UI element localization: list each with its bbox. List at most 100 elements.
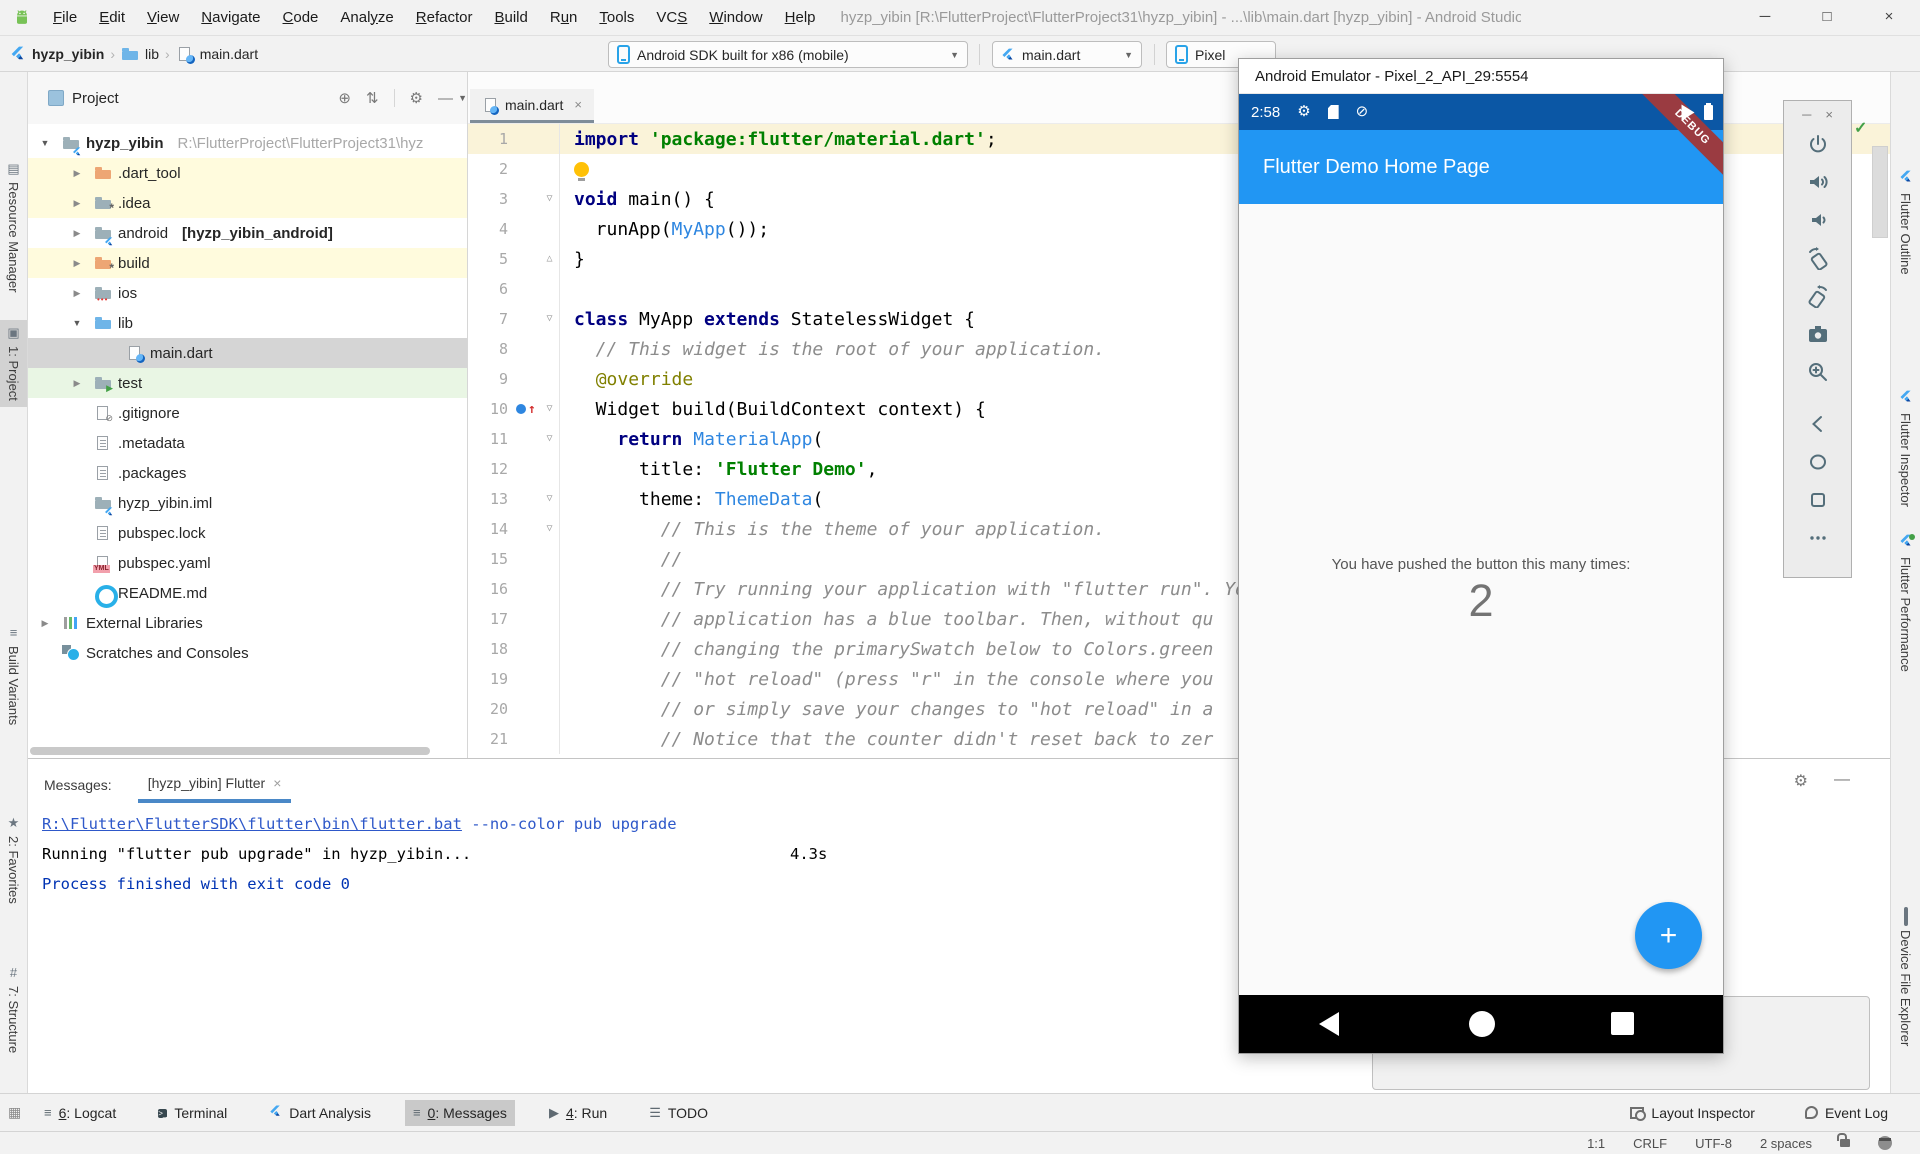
emulator-back-icon[interactable] bbox=[1806, 412, 1830, 436]
expand-arrow-icon[interactable]: ▶ bbox=[66, 168, 88, 179]
emulator-volume-up-icon[interactable] bbox=[1806, 170, 1830, 194]
sidebar-item-1-project[interactable]: ▣1: Project bbox=[0, 320, 27, 407]
menu-analyze[interactable]: Analyze bbox=[329, 0, 404, 36]
fold-marker-icon[interactable]: △ bbox=[540, 244, 560, 274]
tool-button-terminal[interactable]: >_Terminal bbox=[150, 1100, 235, 1126]
expand-arrow-icon[interactable]: ▶ bbox=[66, 228, 88, 239]
project-view-selector[interactable]: Project bbox=[72, 90, 119, 107]
menu-window[interactable]: Window bbox=[698, 0, 773, 36]
tree-item-build[interactable]: ▶*build bbox=[28, 248, 467, 278]
sidebar-item-device-file-explorer[interactable]: Device File Explorer bbox=[1891, 904, 1920, 1052]
tree-item-ios[interactable]: ▶•••ios bbox=[28, 278, 467, 308]
fold-marker-icon[interactable]: ▽ bbox=[540, 184, 560, 214]
menu-view[interactable]: View bbox=[136, 0, 190, 36]
tree-item-pubspec-lock[interactable]: pubspec.lock bbox=[28, 518, 467, 548]
expand-arrow-icon[interactable]: ▶ bbox=[66, 258, 88, 269]
maximize-button[interactable]: □ bbox=[1796, 0, 1858, 36]
tool-button-6-logcat[interactable]: ≡6: Logcat bbox=[36, 1100, 124, 1126]
event-log-button[interactable]: Event Log bbox=[1797, 1100, 1896, 1126]
emulator-overview-icon[interactable] bbox=[1806, 488, 1830, 512]
emulator-volume-down-icon[interactable] bbox=[1806, 208, 1830, 232]
status-2-spaces[interactable]: 2 spaces bbox=[1760, 1136, 1812, 1151]
hide-panel-icon[interactable]: ― bbox=[1834, 771, 1850, 791]
breadcrumb-project[interactable]: hyzp_yibin bbox=[32, 46, 104, 62]
emulator-power-icon[interactable] bbox=[1806, 132, 1830, 156]
sidebar-item-build-variants[interactable]: ≡Build Variants bbox=[0, 620, 27, 731]
nav-home-icon[interactable] bbox=[1469, 1011, 1495, 1037]
menu-run[interactable]: Run bbox=[539, 0, 589, 36]
menu-edit[interactable]: Edit bbox=[88, 0, 136, 36]
menu-code[interactable]: Code bbox=[272, 0, 330, 36]
tool-button-4-run[interactable]: ▶4: Run bbox=[541, 1100, 615, 1126]
ide-notification-icon[interactable] bbox=[1878, 1136, 1892, 1150]
emulator-title[interactable]: Android Emulator - Pixel_2_API_29:5554 bbox=[1239, 59, 1723, 94]
editor-scrollbar[interactable] bbox=[1872, 146, 1888, 238]
sidebar-item-resource-manager[interactable]: ▤Resource Manager bbox=[0, 156, 27, 299]
breadcrumb-lib[interactable]: lib bbox=[145, 46, 159, 62]
fold-marker-icon[interactable]: ▽ bbox=[540, 424, 560, 454]
tool-button-todo[interactable]: ☰TODO bbox=[641, 1100, 716, 1126]
device-selector[interactable]: Android SDK built for x86 (mobile) ▼ bbox=[608, 41, 968, 68]
close-button[interactable]: × bbox=[1858, 0, 1920, 36]
status-1-1[interactable]: 1:1 bbox=[1587, 1136, 1605, 1151]
close-icon[interactable]: × bbox=[273, 775, 281, 791]
collapse-arrow-icon[interactable]: ▼ bbox=[66, 318, 88, 328]
emulator-home-icon[interactable] bbox=[1806, 450, 1830, 474]
sidebar-item-flutter-performance[interactable]: Flutter Performance bbox=[1891, 528, 1920, 678]
run-config-selector[interactable]: main.dart ▼ bbox=[992, 41, 1142, 68]
menu-build[interactable]: Build bbox=[483, 0, 538, 36]
hide-panel-icon[interactable]: ― bbox=[438, 90, 453, 107]
menu-refactor[interactable]: Refactor bbox=[405, 0, 484, 36]
tree-item-external-libraries[interactable]: ▶External Libraries bbox=[28, 608, 467, 638]
tree-item-test[interactable]: ▶▶test bbox=[28, 368, 467, 398]
menu-help[interactable]: Help bbox=[774, 0, 827, 36]
fold-marker-icon[interactable]: ▽ bbox=[540, 304, 560, 334]
emulator-close-button[interactable]: × bbox=[1825, 107, 1833, 122]
flutter-console-tab[interactable]: [hyzp_yibin] Flutter × bbox=[138, 775, 292, 803]
tree-item--dart-tool[interactable]: ▶.dart_tool bbox=[28, 158, 467, 188]
expand-arrow-icon[interactable]: ▶ bbox=[66, 378, 88, 389]
expand-arrow-icon[interactable]: ▶ bbox=[66, 288, 88, 299]
emulator-zoom-icon[interactable] bbox=[1806, 360, 1830, 384]
sidebar-item-7-structure[interactable]: #7: Structure bbox=[0, 960, 27, 1059]
sidebar-item-2-favorites[interactable]: ★2: Favorites bbox=[0, 810, 27, 910]
tree-item--metadata[interactable]: .metadata bbox=[28, 428, 467, 458]
intention-bulb-icon[interactable] bbox=[574, 162, 589, 177]
tree-item-hyzp-yibin-iml[interactable]: hyzp_yibin.iml bbox=[28, 488, 467, 518]
emulator-screen[interactable]: DEBUG 2:58 ⚙ ⊘ Flutter Demo Home Page Yo… bbox=[1239, 94, 1723, 1053]
menu-file[interactable]: File bbox=[42, 0, 88, 36]
gear-icon[interactable]: ⚙ bbox=[410, 89, 423, 107]
nav-back-icon[interactable] bbox=[1319, 1012, 1339, 1036]
fab-increment-button[interactable]: + bbox=[1635, 902, 1702, 969]
fold-marker-icon[interactable]: ▽ bbox=[540, 394, 560, 424]
tree-item--packages[interactable]: .packages bbox=[28, 458, 467, 488]
tree-item-readme-md[interactable]: README.md bbox=[28, 578, 467, 608]
tab-main-dart[interactable]: main.dart × bbox=[470, 89, 594, 123]
tree-item-lib[interactable]: ▼lib bbox=[28, 308, 467, 338]
tree-item--idea[interactable]: ▶*.idea bbox=[28, 188, 467, 218]
menu-tools[interactable]: Tools bbox=[588, 0, 645, 36]
tree-item-scratches-and-consoles[interactable]: Scratches and Consoles bbox=[28, 638, 467, 668]
gear-icon[interactable]: ⚙ bbox=[1794, 771, 1808, 791]
expand-arrow-icon[interactable]: ▶ bbox=[34, 618, 56, 629]
tree-item-hyzp-yibin[interactable]: ▼hyzp_yibinR:\FlutterProject\FlutterProj… bbox=[28, 128, 467, 158]
tree-item-pubspec-yaml[interactable]: YMLpubspec.yaml bbox=[28, 548, 467, 578]
breadcrumb-file[interactable]: main.dart bbox=[200, 46, 258, 62]
minimize-button[interactable]: ─ bbox=[1734, 0, 1796, 36]
expand-arrow-icon[interactable]: ▶ bbox=[66, 198, 88, 209]
emulator-rotate-left-icon[interactable] bbox=[1806, 246, 1830, 270]
tree-item--gitignore[interactable]: ⊘.gitignore bbox=[28, 398, 467, 428]
tool-button-0-messages[interactable]: ≡0: Messages bbox=[405, 1100, 515, 1126]
sidebar-item-flutter-outline[interactable]: Flutter Outline bbox=[1891, 164, 1920, 281]
fold-marker-icon[interactable]: ▽ bbox=[540, 484, 560, 514]
collapse-arrow-icon[interactable]: ▼ bbox=[34, 138, 56, 148]
sidebar-item-flutter-inspector[interactable]: Flutter Inspector bbox=[1891, 384, 1920, 513]
menu-vcs[interactable]: VCS bbox=[645, 0, 698, 36]
collapse-all-icon[interactable]: ⇅ bbox=[366, 89, 379, 107]
nav-overview-icon[interactable] bbox=[1611, 1012, 1634, 1035]
fold-marker-icon[interactable]: ▽ bbox=[540, 514, 560, 544]
tool-button-dart-analysis[interactable]: Dart Analysis bbox=[261, 1100, 379, 1126]
tree-item-android[interactable]: ▶android[hyzp_yibin_android] bbox=[28, 218, 467, 248]
emulator-rotate-right-icon[interactable] bbox=[1806, 284, 1830, 308]
menu-navigate[interactable]: Navigate bbox=[190, 0, 271, 36]
